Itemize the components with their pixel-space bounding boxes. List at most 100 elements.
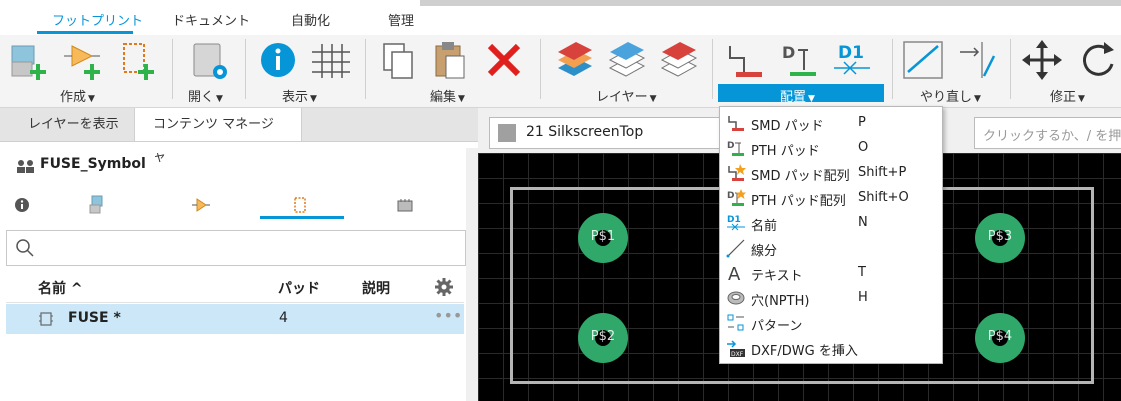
place-dropdown-menu: SMD パッド P D PTH パッド O SMD パッド配列 Shift+P … (719, 106, 943, 364)
svg-text:D: D (727, 191, 734, 201)
menu-item-pth-pad[interactable]: D PTH パッド O (720, 135, 942, 160)
pad-label: P$1 (590, 229, 616, 244)
name-icon: D1 (727, 215, 745, 231)
menu-item-line[interactable]: 線分 (720, 235, 942, 260)
table-row[interactable]: FUSE * 4 ••• (6, 304, 464, 334)
title-bar-strip (420, 0, 1121, 6)
open-group: 開く ▼ (180, 35, 240, 107)
text-icon: A (728, 264, 741, 283)
row-name: FUSE * (68, 310, 121, 326)
device-icon[interactable] (396, 197, 414, 213)
panel-scrollbar[interactable] (466, 148, 478, 401)
place-group: D D1 配置 ▼ (718, 35, 884, 107)
place-group-label[interactable]: 配置 ▼ (780, 86, 815, 105)
ribbon-separator (892, 39, 893, 99)
open-group-label[interactable]: 開く ▼ (188, 86, 223, 105)
layer-select-value: 21 SilkscreenTop (526, 124, 644, 140)
view-group: 表示 ▼ (252, 35, 362, 107)
pad-p4[interactable]: P$4 (975, 313, 1025, 363)
menu-item-pattern[interactable]: パターン (720, 310, 942, 335)
smd-pad-icon (728, 116, 744, 131)
tab-show-layers[interactable]: レイヤーを表示 (10, 108, 137, 141)
footprint-icon[interactable] (292, 196, 308, 214)
move-icon[interactable] (1022, 40, 1066, 84)
edit-group: 編集 ▼ (372, 35, 532, 107)
view-group-label[interactable]: 表示 ▼ (282, 86, 317, 105)
new-footprint-icon[interactable] (116, 40, 160, 84)
footprint-icon (39, 312, 53, 326)
layers-group-label[interactable]: レイヤー ▼ (596, 86, 657, 105)
list-header: 名前 ^ パッド 説明 (6, 272, 464, 303)
command-input[interactable]: クリックするか、/ を押して (974, 117, 1121, 149)
rotate-icon[interactable] (1078, 40, 1121, 84)
new-library-icon[interactable] (8, 40, 52, 84)
smd-pad-tool-icon[interactable] (724, 40, 768, 84)
pth-pad-array-icon: D (727, 189, 746, 206)
redo-icon[interactable] (956, 40, 1000, 84)
column-pads-header[interactable]: パッド (278, 278, 320, 298)
layer-settings-stack-icon[interactable] (658, 40, 702, 84)
tab-automation[interactable]: 自動化 (291, 10, 330, 29)
menu-item-text[interactable]: A テキスト T (720, 260, 942, 285)
svg-text:D1: D1 (838, 43, 864, 63)
modify-group-label[interactable]: 修正 ▼ (1050, 86, 1085, 105)
create-group: 作成 ▼ (0, 35, 160, 107)
grid-icon[interactable] (310, 40, 354, 84)
command-input-placeholder: クリックするか、/ を押して (983, 129, 1121, 144)
svg-text:D: D (782, 43, 795, 62)
library-subtabs (0, 193, 466, 221)
pad-p3[interactable]: P$3 (975, 213, 1025, 263)
layer-settings-red-icon[interactable] (554, 40, 598, 84)
active-tab-indicator (37, 31, 133, 34)
tab-content-manager[interactable]: コンテンツ マネージャ (134, 108, 302, 165)
name-tool-icon[interactable]: D1 (832, 40, 882, 84)
pth-pad-tool-icon[interactable]: D (778, 40, 822, 84)
column-description-header[interactable]: 説明 (362, 278, 390, 298)
ribbon-separator (172, 39, 173, 99)
info-icon[interactable] (258, 40, 302, 84)
tab-manage[interactable]: 管理 (388, 10, 414, 29)
layer-settings-blue-icon[interactable] (606, 40, 650, 84)
svg-text:DXF: DXF (731, 351, 744, 358)
delete-icon[interactable] (484, 40, 528, 84)
content-manager-panel: レイヤーを表示 コンテンツ マネージャ FUSE_Symbol 名前 ^ パッド… (0, 108, 478, 401)
column-name-header[interactable]: 名前 ^ (38, 278, 83, 298)
line-icon (726, 239, 745, 258)
menu-item-smd-pad[interactable]: SMD パッド P (720, 110, 942, 135)
layer-select[interactable]: 21 SilkscreenTop (489, 117, 721, 149)
row-pads: 4 (279, 310, 288, 326)
modify-group: 修正 ▼ (1016, 35, 1121, 107)
more-icon[interactable]: ••• (434, 306, 462, 325)
menu-item-hole[interactable]: 穴(NPTH) H (720, 285, 942, 310)
package-3d-icon[interactable] (88, 195, 106, 215)
undo-icon[interactable] (902, 40, 946, 84)
create-group-label[interactable]: 作成 ▼ (60, 86, 95, 105)
new-symbol-icon[interactable] (62, 40, 106, 84)
open-book-icon[interactable] (188, 40, 232, 84)
ribbon-separator (245, 39, 246, 99)
library-title: FUSE_Symbol (40, 156, 146, 172)
undo-group-label[interactable]: やり直し ▼ (920, 86, 981, 105)
edit-group-label[interactable]: 編集 ▼ (430, 86, 465, 105)
copy-icon[interactable] (378, 40, 422, 84)
pad-p1[interactable]: P$1 (578, 213, 628, 263)
library-search-input[interactable] (6, 230, 466, 266)
info-icon[interactable] (14, 197, 30, 213)
menu-item-name[interactable]: D1 名前 N (720, 210, 942, 235)
gear-icon[interactable] (434, 277, 454, 297)
menu-item-smd-pad-array[interactable]: SMD パッド配列 Shift+P (720, 160, 942, 185)
menu-item-insert-dxf[interactable]: DXF DXF/DWG を挿入 (720, 335, 942, 360)
dxf-insert-icon: DXF (727, 340, 745, 358)
ribbon: 作成 ▼ 開く ▼ 表示 ▼ 編集 ▼ レイヤー ▼ D D1 配置 ▼ やり直… (0, 35, 1121, 108)
hole-icon (727, 291, 745, 305)
tab-document[interactable]: ドキュメント (172, 10, 250, 29)
library-group-icon (17, 160, 34, 173)
smd-pad-array-icon (728, 164, 746, 181)
paste-icon[interactable] (430, 40, 474, 84)
tab-footprint[interactable]: フットプリント (52, 10, 143, 29)
symbol-icon[interactable] (192, 197, 210, 213)
menu-item-pth-pad-array[interactable]: D PTH パッド配列 Shift+O (720, 185, 942, 210)
pad-p2[interactable]: P$2 (578, 313, 628, 363)
pth-pad-icon: D (727, 141, 744, 156)
layer-color-swatch (498, 124, 516, 142)
